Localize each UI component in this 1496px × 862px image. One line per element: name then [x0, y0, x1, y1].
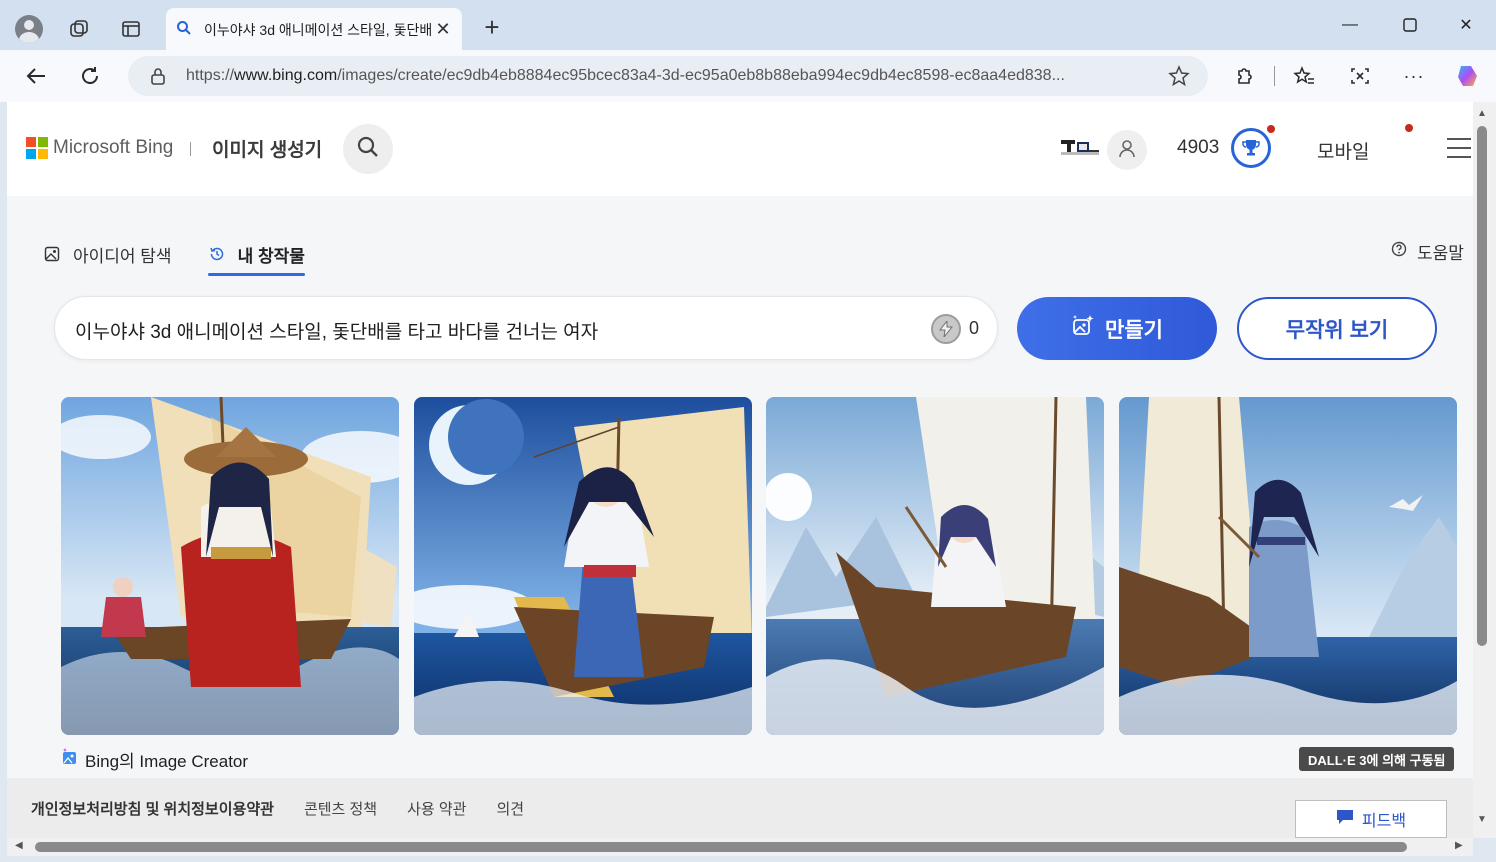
feedback-label: 피드백 — [1361, 813, 1407, 830]
user-avatar-image-icon[interactable] — [1061, 138, 1101, 163]
generated-image-3[interactable] — [766, 397, 1104, 735]
tab-my-creations-label: 내 창작물 — [237, 246, 305, 266]
minimize-icon[interactable]: — — [1330, 10, 1370, 40]
brand-name[interactable]: Microsoft Bing — [53, 137, 173, 159]
help-label: 도움말 — [1417, 244, 1464, 263]
close-window-icon[interactable]: ✕ — [1446, 10, 1486, 40]
search-button[interactable] — [343, 124, 393, 174]
scroll-down-icon[interactable]: ▼ — [1477, 814, 1487, 825]
toolbar-divider — [1274, 66, 1275, 86]
creator-tabs: 아이디어 탐색 내 창작물 — [43, 238, 341, 276]
random-view-button[interactable]: 무작위 보기 — [1237, 297, 1437, 360]
notification-dot — [1405, 124, 1413, 132]
tab-explore-ideas-label: 아이디어 탐색 — [73, 246, 172, 266]
rewards-notification-dot — [1267, 125, 1275, 133]
lock-icon[interactable] — [150, 67, 166, 90]
favorite-star-icon[interactable] — [1168, 65, 1190, 92]
tab-search-icon — [176, 20, 192, 41]
footer-privacy-link[interactable]: 개인정보처리방침 및 위치정보이용약관 — [31, 798, 274, 819]
tab-close-icon[interactable]: ✕ — [432, 18, 454, 40]
footer-feedback-link[interactable]: 의견 — [496, 798, 524, 819]
chat-bubble-icon — [1336, 809, 1354, 830]
scroll-up-icon[interactable]: ▲ — [1477, 108, 1487, 119]
generated-image-2[interactable] — [414, 397, 752, 735]
create-button[interactable]: 만들기 — [1017, 297, 1217, 360]
tab-explore-ideas[interactable]: 아이디어 탐색 — [43, 238, 172, 270]
footer: 개인정보처리방침 및 위치정보이용약관 콘텐츠 정책 사용 약관 의견 — [7, 778, 1473, 838]
browser-titlebar: 이누야샤 3d 애니메이션 스타일, 돛단배를 타고 ✕ + — ✕ — [0, 0, 1496, 56]
copilot-icon[interactable] — [1452, 60, 1484, 92]
search-icon — [356, 135, 380, 164]
mobile-link[interactable]: 모바일 — [1317, 137, 1369, 164]
tab-title: 이누야샤 3d 애니메이션 스타일, 돛단배를 타고 — [204, 22, 432, 38]
browser-toolbar: https://www.bing.com/images/create/ec9db… — [0, 50, 1496, 102]
scroll-right-icon[interactable]: ▶ — [1455, 840, 1463, 851]
prompt-input[interactable]: 이누야샤 3d 애니메이션 스타일, 돛단배를 타고 바다를 건너는 여자 0 — [54, 296, 998, 360]
boost-count: 0 — [969, 318, 980, 338]
more-options-icon[interactable]: ··· — [1398, 60, 1430, 92]
image-creator-text: Bing의 Image Creator — [85, 752, 249, 771]
scroll-left-icon[interactable]: ◀ — [15, 840, 23, 851]
url-text: https://www.bing.com/images/create/ec9db… — [186, 67, 1065, 84]
tab-my-creations[interactable]: 내 창작물 — [207, 238, 306, 276]
refresh-icon[interactable] — [74, 60, 106, 92]
image-creator-label[interactable]: Bing의 Image Creator — [61, 747, 248, 772]
vertical-tabs-icon[interactable] — [116, 14, 146, 44]
brand-divider — [190, 142, 191, 156]
footer-content-policy-link[interactable]: 콘텐츠 정책 — [304, 798, 377, 819]
history-icon — [208, 245, 226, 263]
product-title[interactable]: 이미지 생성기 — [212, 135, 322, 162]
new-tab-button[interactable]: + — [478, 14, 506, 42]
address-bar[interactable]: https://www.bing.com/images/create/ec9db… — [128, 56, 1208, 96]
account-button[interactable] — [1107, 130, 1147, 170]
image-icon — [43, 245, 61, 263]
extensions-icon[interactable] — [1228, 60, 1260, 92]
footer-terms-link[interactable]: 사용 약관 — [407, 798, 466, 819]
dalle-badge: DALL·E 3에 의해 구동됨 — [1299, 747, 1455, 771]
generated-image-1[interactable] — [61, 397, 399, 735]
workspaces-icon[interactable] — [64, 14, 94, 44]
generated-image-4[interactable] — [1119, 397, 1457, 735]
boost-lightning-icon[interactable] — [931, 314, 961, 344]
vertical-scrollbar[interactable]: ▲ ▼ — [1473, 102, 1496, 838]
screenshot-icon[interactable] — [1344, 60, 1376, 92]
rewards-points[interactable]: 4903 — [1177, 137, 1219, 159]
image-creator-logo-icon — [61, 748, 79, 771]
sparkle-image-icon — [1071, 314, 1095, 344]
help-link[interactable]: 도움말 — [1391, 239, 1464, 264]
hamburger-menu-icon[interactable] — [1447, 138, 1471, 158]
maximize-icon[interactable] — [1390, 10, 1430, 40]
page-content: Microsoft Bing 이미지 생성기 4903 모바일 아이디어 탐색 … — [7, 102, 1473, 838]
horizontal-scrollbar[interactable]: ◀ ▶ — [7, 838, 1473, 856]
feedback-button[interactable]: 피드백 — [1295, 800, 1447, 838]
create-button-label: 만들기 — [1105, 318, 1163, 342]
image-gallery — [61, 397, 1457, 735]
favorites-icon[interactable] — [1288, 60, 1320, 92]
vertical-scroll-thumb[interactable] — [1477, 126, 1487, 646]
rewards-trophy-icon[interactable] — [1231, 128, 1271, 168]
microsoft-logo-icon[interactable] — [26, 137, 48, 159]
bing-header: Microsoft Bing 이미지 생성기 4903 모바일 — [7, 102, 1473, 196]
back-icon[interactable] — [20, 60, 52, 92]
profile-avatar-icon[interactable] — [14, 14, 44, 44]
help-circle-icon — [1391, 241, 1407, 262]
person-icon — [1117, 138, 1137, 163]
prompt-text[interactable]: 이누야샤 3d 애니메이션 스타일, 돛단배를 타고 바다를 건너는 여자 — [75, 317, 598, 344]
horizontal-scroll-thumb[interactable] — [35, 842, 1407, 852]
footer-links: 개인정보처리방침 및 위치정보이용약관 콘텐츠 정책 사용 약관 의견 — [31, 798, 554, 819]
active-tab[interactable]: 이누야샤 3d 애니메이션 스타일, 돛단배를 타고 ✕ — [166, 8, 462, 52]
